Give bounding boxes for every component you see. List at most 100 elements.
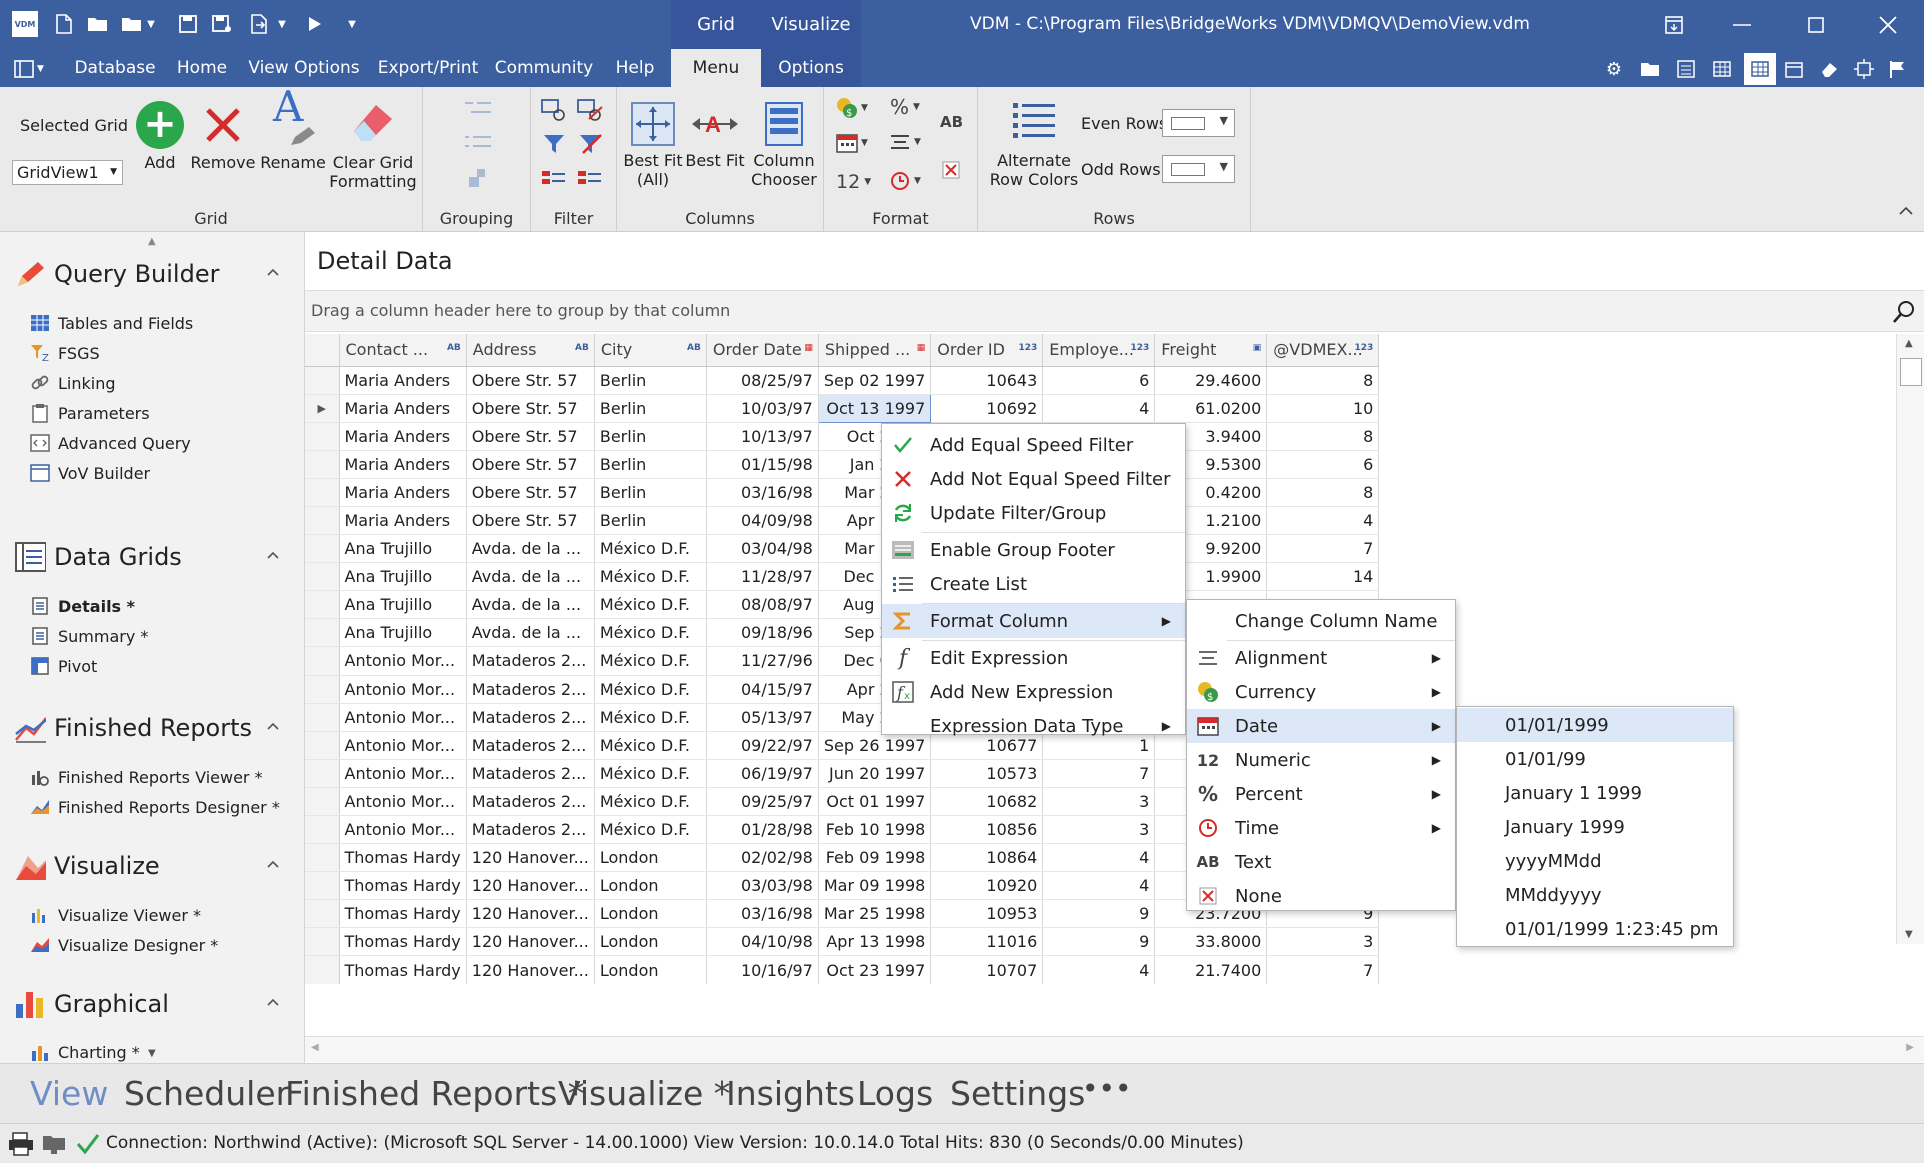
table-row[interactable]: Ana Trujillo Avda. de la ... México D.F. 03… bbox=[305, 534, 1380, 564]
sidebar-item-advanced-query[interactable]: Advanced Query bbox=[30, 429, 191, 457]
folder-network-icon[interactable] bbox=[42, 1132, 66, 1161]
sidebar-item-fsgs[interactable]: Z FSGS bbox=[30, 339, 100, 367]
table-cell[interactable]: 10856 bbox=[930, 815, 1044, 845]
table-cell[interactable]: 08/08/97 bbox=[706, 590, 819, 620]
table-cell[interactable]: Mataderos 2... bbox=[466, 759, 595, 788]
context-tab-grid[interactable]: Grid bbox=[671, 0, 761, 49]
table-cell[interactable]: México D.F. bbox=[594, 646, 707, 676]
table-cell[interactable]: 21.7400 bbox=[1154, 955, 1268, 984]
table-cell[interactable]: Feb 10 1998 bbox=[818, 815, 932, 845]
table-cell[interactable]: 03/16/98 bbox=[706, 478, 819, 507]
menu-item-none[interactable]: None bbox=[1187, 879, 1455, 913]
menu-item-time[interactable]: Time ▶ bbox=[1187, 811, 1455, 845]
table-cell[interactable]: Antonio Mor... bbox=[339, 759, 467, 788]
menu-item-edit-expression[interactable]: f Edit Expression bbox=[882, 641, 1185, 675]
tab-menu[interactable]: Menu bbox=[671, 49, 761, 87]
table-cell[interactable]: Maria Anders bbox=[339, 422, 467, 451]
row-indicator[interactable] bbox=[305, 646, 340, 676]
table-cell[interactable]: Ana Trujillo bbox=[339, 562, 467, 592]
table-cell[interactable]: 10682 bbox=[930, 787, 1044, 817]
table-cell[interactable]: México D.F. bbox=[594, 731, 707, 760]
menu-item-enable-group-footer[interactable]: Enable Group Footer bbox=[882, 533, 1185, 567]
table-cell[interactable]: Obere Str. 57 bbox=[466, 366, 595, 395]
section-data-grids[interactable]: Data Grids bbox=[14, 537, 294, 577]
run-icon[interactable] bbox=[303, 12, 327, 36]
filter-editor-icon[interactable] bbox=[577, 169, 603, 192]
menu-item-date-format[interactable]: yyyyMMdd bbox=[1457, 844, 1733, 878]
sidebar-item-visualize-designer[interactable]: Visualize Designer * bbox=[30, 931, 218, 959]
table-cell[interactable]: 29.4600 bbox=[1154, 366, 1268, 395]
table-cell[interactable]: 10707 bbox=[930, 955, 1044, 984]
table-cell[interactable]: Mar 09 1998 bbox=[818, 871, 932, 901]
rename-grid-button[interactable]: A Rename bbox=[258, 86, 328, 173]
table-row[interactable]: Ana Trujillo Avda. de la ... México D.F. 11… bbox=[305, 562, 1380, 592]
table-cell[interactable]: Antonio Mor... bbox=[339, 703, 467, 732]
table-row[interactable]: Thomas Hardy 120 Hanover... London 10/16/97… bbox=[305, 955, 1380, 984]
printer-icon[interactable] bbox=[8, 1132, 34, 1161]
selected-grid-select[interactable]: GridView1 ▼ bbox=[12, 160, 123, 185]
scroll-left-arrow-icon[interactable]: ◀ bbox=[311, 1042, 319, 1053]
table-cell[interactable]: Mataderos 2... bbox=[466, 787, 595, 817]
tab-database[interactable]: Database bbox=[72, 49, 158, 87]
column-header-city[interactable]: City AB bbox=[594, 334, 707, 367]
table-cell[interactable]: Thomas Hardy bbox=[339, 871, 467, 901]
section-finished-reports[interactable]: Finished Reports bbox=[14, 708, 294, 748]
table-cell[interactable]: 01/15/98 bbox=[706, 450, 819, 479]
table-cell[interactable]: 120 Hanover... bbox=[466, 871, 595, 901]
table-cell[interactable]: Maria Anders bbox=[339, 394, 467, 423]
sidebar-item-finished-reports-viewer[interactable]: Finished Reports Viewer * bbox=[30, 763, 263, 791]
scroll-down-arrow-icon[interactable]: ▼ bbox=[1905, 929, 1913, 940]
table-row[interactable]: Maria Anders Obere Str. 57 Berlin 04/09/98 A… bbox=[305, 506, 1380, 536]
row-indicator[interactable] bbox=[305, 675, 340, 704]
table-cell[interactable]: Avda. de la ... bbox=[466, 562, 595, 592]
table-cell[interactable]: 3 bbox=[1042, 787, 1156, 817]
remove-grid-button[interactable]: Remove bbox=[190, 101, 256, 172]
time-format-icon[interactable]: ▼ bbox=[890, 171, 921, 191]
table-cell[interactable]: 10643 bbox=[930, 366, 1044, 395]
table-cell[interactable]: Ana Trujillo bbox=[339, 590, 467, 620]
table-cell[interactable]: Avda. de la ... bbox=[466, 590, 595, 620]
menu-item-date-format[interactable]: MMddyyyy bbox=[1457, 878, 1733, 912]
restore-layout-icon[interactable] bbox=[1644, 0, 1704, 49]
menu-item-update-filter-group[interactable]: Update Filter/Group bbox=[882, 496, 1185, 530]
table-cell[interactable]: Feb 09 1998 bbox=[818, 843, 932, 873]
row-indicator[interactable] bbox=[305, 478, 340, 507]
settings-icon[interactable]: ⚙ bbox=[1602, 57, 1626, 81]
table-cell[interactable]: 05/13/97 bbox=[706, 703, 819, 732]
nav-more[interactable]: ••• bbox=[1082, 1072, 1132, 1105]
table-cell[interactable]: Oct 01 1997 bbox=[818, 787, 932, 817]
row-indicator[interactable] bbox=[305, 534, 340, 564]
table-cell[interactable]: 120 Hanover... bbox=[466, 899, 595, 929]
table-cell[interactable]: 03/03/98 bbox=[706, 871, 819, 901]
best-fit-all-button[interactable]: Best Fit (All) bbox=[623, 101, 683, 189]
table-cell[interactable]: 4 bbox=[1042, 955, 1156, 984]
row-indicator[interactable] bbox=[305, 506, 340, 536]
table-cell[interactable]: 120 Hanover... bbox=[466, 955, 595, 984]
layout-icon[interactable] bbox=[1674, 57, 1698, 81]
dropdown-arrow-icon[interactable]: ▼ bbox=[270, 12, 294, 36]
row-indicator[interactable] bbox=[305, 899, 340, 929]
table-cell[interactable]: 10692 bbox=[930, 394, 1044, 423]
table-cell[interactable]: London bbox=[594, 871, 707, 901]
nav-insights[interactable]: Insights bbox=[726, 1074, 855, 1113]
table-row[interactable]: ▶ Maria Anders Obere Str. 57 Berlin 10/03/97… bbox=[305, 393, 1380, 423]
table-cell[interactable]: 9 bbox=[1042, 899, 1156, 929]
export-icon[interactable] bbox=[248, 12, 272, 36]
even-rows-color-picker[interactable]: ▼ bbox=[1162, 109, 1235, 137]
show-filter-icon[interactable] bbox=[541, 99, 567, 126]
scroll-down-icon[interactable]: ▼ bbox=[148, 1048, 156, 1059]
dropdown-arrow-icon[interactable]: ▼ bbox=[139, 12, 163, 36]
table-cell[interactable]: 09/25/97 bbox=[706, 787, 819, 817]
table-cell[interactable]: 09/18/96 bbox=[706, 618, 819, 648]
table-cell[interactable]: 11/28/97 bbox=[706, 562, 819, 592]
clear-grid-formatting-button[interactable]: Clear Grid Formatting bbox=[328, 101, 418, 191]
menu-item-add-equal-filter[interactable]: Add Equal Speed Filter bbox=[882, 428, 1185, 462]
table-cell[interactable]: Berlin bbox=[594, 450, 707, 479]
menu-item-date-format[interactable]: 01/01/1999 1:23:45 pm bbox=[1457, 912, 1733, 946]
table-cell[interactable]: 6 bbox=[1266, 450, 1380, 479]
table-cell[interactable]: 10/03/97 bbox=[706, 394, 819, 423]
table-row[interactable]: Maria Anders Obere Str. 57 Berlin 10/13/97 O… bbox=[305, 422, 1380, 451]
table-cell[interactable]: Ana Trujillo bbox=[339, 534, 467, 564]
table-cell[interactable]: Thomas Hardy bbox=[339, 955, 467, 984]
menu-item-date-format[interactable]: January 1999 bbox=[1457, 810, 1733, 844]
